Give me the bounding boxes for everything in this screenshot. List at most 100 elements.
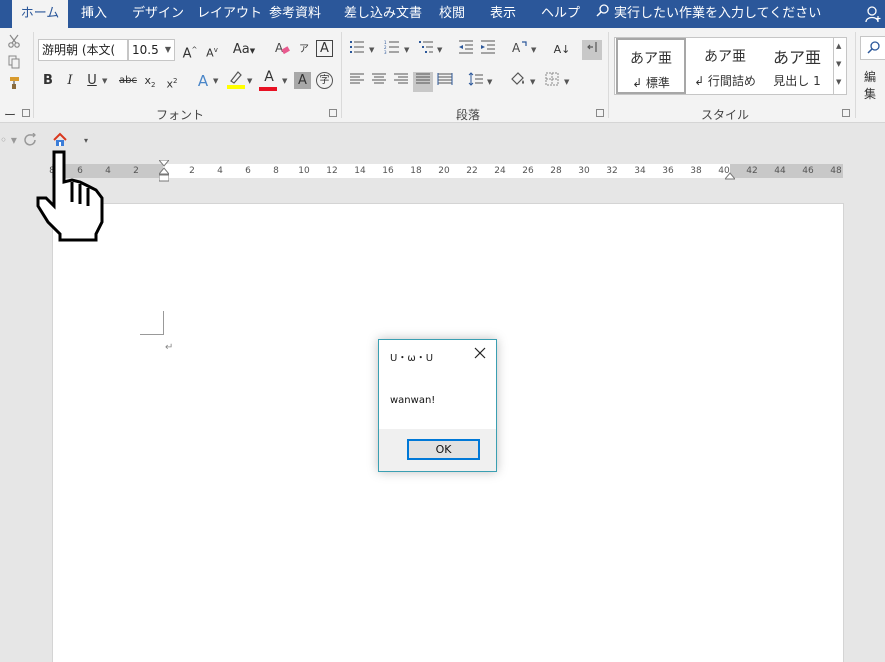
shrink-font-button[interactable]: Av: [202, 40, 222, 60]
font-color-label: A: [264, 69, 274, 85]
chevron-down-icon[interactable]: ▼: [437, 46, 442, 54]
asian-layout-icon[interactable]: A: [510, 40, 530, 60]
phonetic-guide-button[interactable]: ア: [294, 40, 314, 60]
gallery-more-icon[interactable]: ▼: [836, 78, 841, 86]
style-normal[interactable]: あア亜 ↲ 標準: [616, 38, 686, 94]
increase-indent-icon[interactable]: [478, 40, 498, 60]
close-icon[interactable]: [473, 346, 487, 360]
chevron-down-icon[interactable]: ▼: [836, 60, 841, 68]
chevron-down-icon[interactable]: ▼: [369, 46, 374, 54]
borders-icon[interactable]: [542, 72, 562, 92]
chevron-down-icon[interactable]: ▼: [282, 77, 287, 85]
paragraph-launcher[interactable]: [596, 109, 604, 117]
tab-references[interactable]: 参考資料: [269, 0, 321, 28]
chevron-down-icon[interactable]: ▼: [102, 77, 107, 85]
style-name: 見出し 1: [773, 74, 821, 88]
group-divider: [608, 32, 609, 118]
change-case-button[interactable]: Aa▼: [230, 40, 258, 60]
italic-button[interactable]: I: [60, 71, 80, 91]
tab-design[interactable]: デザイン: [132, 0, 184, 28]
align-right-icon[interactable]: [391, 72, 411, 92]
shading-icon[interactable]: [508, 70, 528, 90]
font-size-select[interactable]: 10.5 ▼: [128, 39, 175, 61]
chevron-down-icon[interactable]: ▼: [213, 77, 218, 85]
ok-button[interactable]: OK: [407, 439, 480, 460]
styles-launcher[interactable]: [842, 109, 850, 117]
right-indent-marker[interactable]: [723, 170, 737, 184]
underline-button[interactable]: U: [82, 71, 102, 91]
underline-label: U: [87, 73, 97, 88]
tab-review[interactable]: 校閲: [439, 0, 465, 28]
ruler-tick-label: 6: [77, 166, 83, 176]
strikethrough-button[interactable]: abc: [116, 71, 140, 91]
tab-view[interactable]: 表示: [490, 0, 516, 28]
styles-group-label: スタイル: [700, 108, 749, 122]
show-marks-icon[interactable]: [582, 40, 602, 60]
style-heading-1[interactable]: あア亜 見出し 1: [761, 38, 833, 94]
char-shading-button[interactable]: A: [294, 72, 311, 89]
font-color-swatch: [259, 87, 277, 91]
horizontal-ruler[interactable]: 8 6 4 2 2 4 6 8 10 12 14 16 18 20 22 24 26 28 30 32 34 36 38 40…: [49, 159, 843, 182]
enclose-char-button[interactable]: 字: [316, 72, 333, 89]
char-border-button[interactable]: A: [316, 40, 333, 57]
font-launcher[interactable]: [329, 109, 337, 117]
tab-insert[interactable]: 挿入: [81, 0, 107, 28]
styles-gallery-scroll[interactable]: ▲ ▼ ▼: [833, 37, 847, 95]
styles-gallery: あア亜 ↲ 標準 あア亜 ↲ 行間詰め あア亜 見出し 1: [614, 37, 834, 95]
chevron-down-icon[interactable]: ▼: [531, 46, 536, 54]
sort-label: A↓: [553, 43, 571, 56]
highlight-color-icon[interactable]: [226, 69, 246, 89]
clear-format-icon[interactable]: A: [272, 40, 292, 60]
clipboard-launcher[interactable]: [22, 109, 30, 117]
justify-icon[interactable]: [413, 72, 433, 92]
text-effects-button[interactable]: A: [193, 71, 213, 91]
chevron-down-icon[interactable]: ▼: [404, 46, 409, 54]
ruler-tick-label: 38: [690, 166, 702, 176]
superscript-button[interactable]: x2: [162, 71, 182, 91]
decrease-indent-icon[interactable]: [456, 40, 476, 60]
tab-mailings[interactable]: 差し込み文書: [344, 0, 422, 28]
sort-button[interactable]: A↓: [552, 40, 572, 60]
cut-icon[interactable]: [4, 34, 24, 54]
first-line-indent-marker[interactable]: [157, 159, 171, 187]
distributed-icon[interactable]: [435, 72, 455, 92]
char-shading-label: A: [298, 73, 307, 88]
ruler-tick-label: 18: [410, 166, 422, 176]
grow-font-button[interactable]: A^: [180, 40, 200, 61]
align-left-icon[interactable]: [347, 72, 367, 92]
chevron-down-icon[interactable]: ▼: [487, 78, 492, 86]
text-boundary-corner: [140, 311, 164, 335]
subscript-button[interactable]: x2: [140, 71, 160, 91]
line-spacing-icon[interactable]: [466, 72, 486, 92]
tab-layout[interactable]: レイアウト: [197, 0, 262, 28]
svg-text:A: A: [275, 41, 284, 55]
chevron-down-icon[interactable]: ▼: [247, 77, 252, 85]
bullets-icon[interactable]: [347, 40, 367, 60]
copy-icon[interactable]: [4, 55, 24, 75]
redo-icon[interactable]: [24, 132, 38, 150]
customize-qat-icon[interactable]: ▾: [84, 136, 88, 145]
multilevel-list-icon[interactable]: [416, 40, 436, 60]
chevron-down-icon[interactable]: ▼: [564, 78, 569, 86]
text-effects-label: A: [197, 72, 209, 90]
tab-help[interactable]: ヘルプ: [541, 0, 580, 28]
align-center-icon[interactable]: [369, 72, 389, 92]
home-icon[interactable]: [52, 132, 68, 151]
tell-me-box[interactable]: 実行したい作業を入力してください: [596, 0, 821, 28]
tab-home[interactable]: ホーム: [12, 0, 68, 28]
bold-button[interactable]: B: [38, 71, 58, 91]
find-button[interactable]: [860, 36, 885, 60]
share-user-icon[interactable]: [865, 5, 881, 23]
ruler-tick-label: 12: [326, 166, 338, 176]
ruler-tick-label: 26: [522, 166, 534, 176]
chevron-down-icon[interactable]: ▼: [530, 78, 535, 86]
numbering-icon[interactable]: 123: [382, 40, 402, 60]
font-group-label: フォント: [155, 108, 204, 122]
chevron-up-icon[interactable]: ▲: [836, 42, 841, 50]
font-color-button[interactable]: A: [259, 69, 279, 91]
undo-dropdown-icon[interactable]: ◦ ▾: [0, 133, 17, 147]
format-painter-icon[interactable]: [4, 76, 24, 96]
style-no-spacing[interactable]: あア亜 ↲ 行間詰め: [689, 38, 761, 94]
ruler-tick-label: 32: [606, 166, 618, 176]
font-name-select[interactable]: 游明朝 (本文(: [38, 39, 128, 61]
